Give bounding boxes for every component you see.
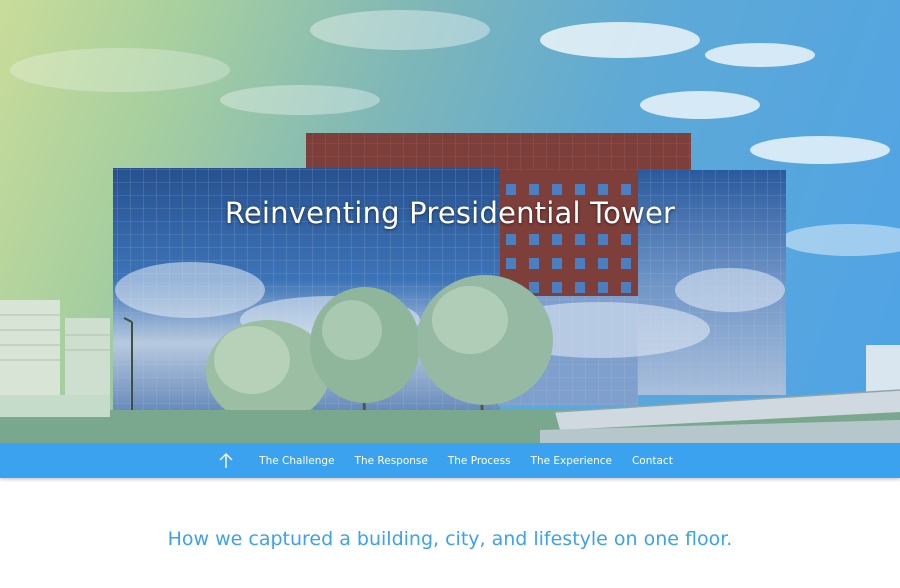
- nav-item-response[interactable]: The Response: [355, 455, 428, 467]
- nav-item-process[interactable]: The Process: [448, 455, 511, 467]
- tagline: How we captured a building, city, and li…: [167, 528, 733, 550]
- hero-title: Reinventing Presidential Tower: [224, 196, 676, 230]
- nav-item-challenge[interactable]: The Challenge: [259, 455, 334, 467]
- hero-banner: Reinventing Presidential Tower: [0, 0, 900, 443]
- section-nav: The Challenge The Response The Process T…: [0, 443, 900, 478]
- arrow-up-icon[interactable]: [217, 452, 235, 470]
- nav-item-contact[interactable]: Contact: [632, 455, 673, 467]
- nav-item-experience[interactable]: The Experience: [531, 455, 612, 467]
